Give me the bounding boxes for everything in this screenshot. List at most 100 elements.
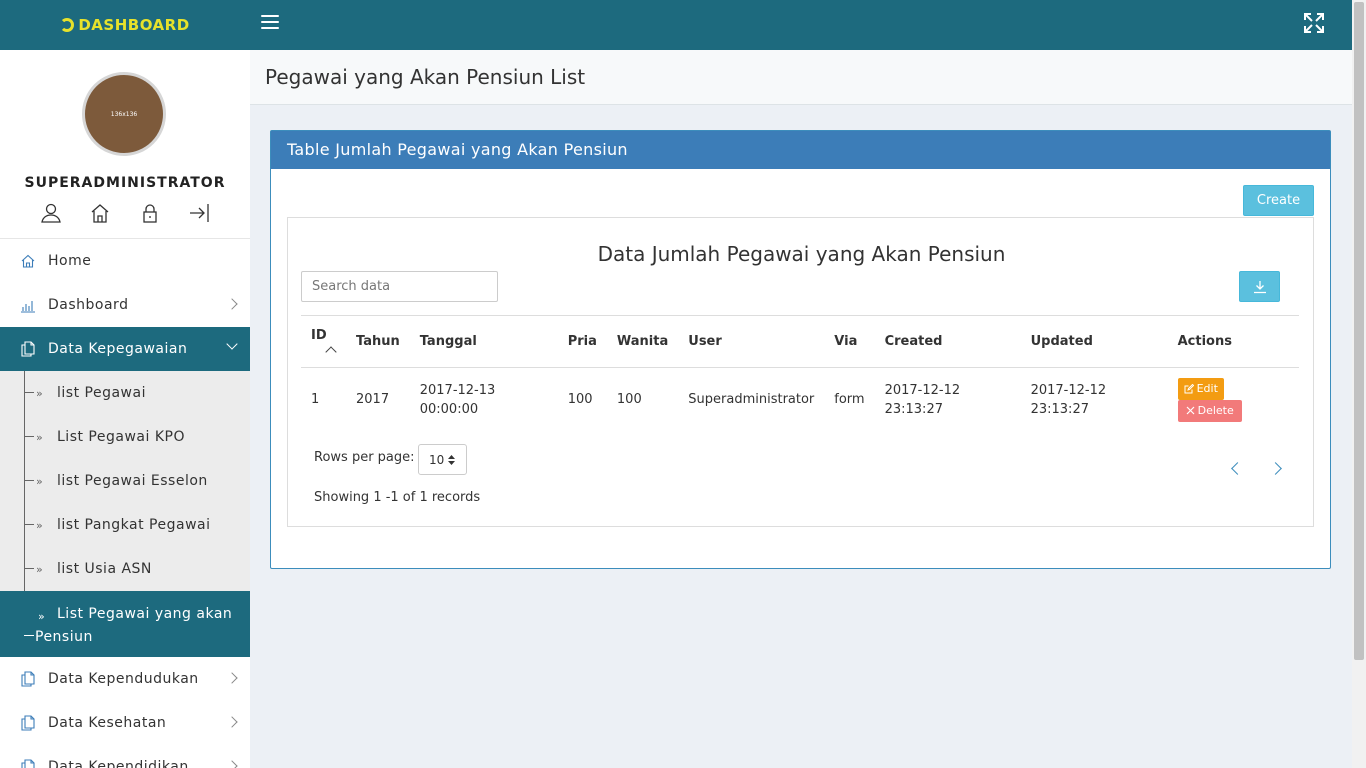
column-header-wanita[interactable]: Wanita (606, 315, 679, 368)
chevron-right-icon (226, 672, 238, 684)
chevron-right-icon (226, 298, 238, 310)
rows-per-page-label: Rows per page: (314, 450, 415, 465)
lock-icon[interactable] (139, 202, 161, 224)
column-header-tanggal[interactable]: Tanggal (409, 315, 558, 368)
menu-toggle-icon[interactable] (261, 15, 279, 31)
table-row: 1 2017 2017-12-13 00:00:00 100 100 Supera… (301, 368, 1299, 432)
tree-branch (24, 480, 34, 481)
sidebar-item-label: Data Kependudukan (48, 671, 199, 687)
sidebar-item-data-kependidikan[interactable]: Data Kependidikan (0, 745, 250, 768)
sidebar-item-label: Data Kependidikan (48, 759, 189, 768)
tree-branch (24, 392, 34, 393)
submenu-data-kepegawaian: » list Pegawai » List Pegawai KPO » list… (0, 371, 250, 657)
copy-icon (21, 759, 35, 768)
brand[interactable]: DASHBOARD (0, 0, 250, 50)
column-header-updated[interactable]: Updated (1020, 315, 1168, 368)
page-title: Pegawai yang Akan Pensiun List (265, 65, 586, 89)
tree-branch (24, 524, 34, 525)
close-icon (1186, 406, 1195, 415)
logout-icon[interactable] (188, 202, 210, 224)
sort-ascending-icon[interactable] (325, 345, 337, 358)
download-icon (1253, 280, 1266, 293)
page-scrollbar[interactable] (1352, 0, 1366, 768)
rows-per-page-value: 10 (429, 452, 445, 467)
sidebar-item-data-kesehatan[interactable]: Data Kesehatan (0, 701, 250, 745)
delete-button[interactable]: Delete (1177, 399, 1242, 422)
column-header-actions: Actions (1167, 315, 1299, 368)
download-button[interactable] (1239, 271, 1280, 302)
double-chevron-icon: » (36, 475, 44, 488)
cell-actions: Edit Delete (1168, 368, 1299, 432)
submenu-item-label: list Usia ASN (57, 561, 152, 577)
home-icon[interactable] (89, 202, 111, 224)
sidebar-item-label: Home (48, 253, 92, 269)
table-header-row: ID Tahun Tanggal Pria Wanita User Via Cr… (301, 315, 1299, 368)
avatar: 136x136 (82, 72, 166, 156)
submenu-item-list-pegawai-kpo[interactable]: » List Pegawai KPO (0, 415, 250, 459)
chevron-right-icon (226, 716, 238, 728)
delete-label: Delete (1197, 404, 1234, 418)
cell-date: 2017-12-13 (419, 382, 496, 398)
data-table: ID Tahun Tanggal Pria Wanita User Via Cr… (301, 315, 1299, 432)
double-chevron-icon: » (36, 387, 44, 400)
rows-per-page-select[interactable]: 10 (418, 444, 467, 475)
cell-wanita: 100 (616, 392, 642, 408)
sidebar-item-home[interactable]: Home (0, 239, 250, 283)
cell-id: 1 (311, 392, 320, 408)
user-panel: 136x136 SUPERADMINISTRATOR (0, 50, 250, 239)
records-info: Showing 1 -1 of 1 records (314, 490, 481, 505)
fullscreen-icon[interactable] (1303, 12, 1325, 34)
user-profile-icon[interactable] (40, 202, 62, 224)
submenu-item-list-usia-asn[interactable]: » list Usia ASN (0, 547, 250, 591)
sidebar-menu-more: Data Kependudukan Data Kesehatan Data Ke… (0, 657, 250, 768)
submenu-item-list-pegawai-esselon[interactable]: » list Pegawai Esselon (0, 459, 250, 503)
sidebar-item-label: Dashboard (48, 297, 129, 313)
cell-time: 00:00:00 (419, 401, 479, 417)
double-chevron-icon: » (38, 610, 46, 623)
double-chevron-icon: » (36, 519, 44, 532)
cell-tanggal: 2017-12-13 00:00:00 (410, 368, 558, 432)
table-title: Data Jumlah Pegawai yang Akan Pensiun (597, 242, 1006, 266)
brand-logo-icon (60, 18, 75, 32)
submenu-item-label: List Pegawai KPO (57, 429, 185, 445)
previous-page-icon[interactable] (1231, 462, 1244, 475)
edit-label: Edit (1196, 382, 1218, 396)
cell-tahun: 2017 (356, 392, 390, 408)
cell-created: 2017-12-12 23:13:27 (875, 368, 1021, 432)
submenu-item-label: list Pangkat Pegawai (57, 517, 211, 533)
column-header-pria[interactable]: Pria (557, 315, 607, 368)
home-icon (21, 254, 35, 268)
top-navbar: DASHBOARD (0, 0, 1352, 50)
submenu-item-list-pangkat-pegawai[interactable]: » list Pangkat Pegawai (0, 503, 250, 547)
sidebar-item-data-kependudukan[interactable]: Data Kependudukan (0, 657, 250, 701)
table-box: Table Jumlah Pegawai yang Akan Pensiun C… (270, 130, 1331, 569)
cell-time: 23:13:27 (884, 401, 943, 417)
sidebar-item-dashboard[interactable]: Dashboard (0, 283, 250, 327)
tree-branch (24, 436, 34, 437)
next-page-icon[interactable] (1269, 462, 1282, 475)
edit-button[interactable]: Edit (1177, 377, 1224, 400)
copy-icon (21, 715, 35, 731)
column-header-user[interactable]: User (678, 315, 825, 368)
cell-user: Superadministrator (688, 392, 815, 408)
column-header-created[interactable]: Created (874, 315, 1021, 368)
column-header-label: ID (311, 327, 327, 343)
edit-icon (1184, 383, 1194, 394)
column-header-via[interactable]: Via (824, 315, 875, 368)
submenu-item-list-pegawai[interactable]: » list Pegawai (0, 371, 250, 415)
sidebar: 136x136 SUPERADMINISTRATOR Home Dashboar… (0, 50, 250, 768)
sidebar-item-data-kepegawaian[interactable]: Data Kepegawaian (0, 327, 250, 371)
submenu-item-label: list Pegawai (57, 385, 146, 401)
create-button[interactable]: Create (1243, 185, 1314, 216)
tree-branch (24, 568, 34, 569)
search-input[interactable] (301, 271, 498, 302)
column-header-tahun[interactable]: Tahun (346, 315, 410, 368)
table-panel: Data Jumlah Pegawai yang Akan Pensiun ID… (287, 217, 1314, 527)
column-header-id[interactable]: ID (301, 315, 346, 368)
chevron-right-icon (226, 760, 238, 768)
scrollbar-thumb[interactable] (1354, 2, 1364, 660)
cell-pria: 100 (567, 392, 593, 408)
submenu-item-list-pegawai-pensiun[interactable]: » List Pegawai yang akan Pensiun (0, 591, 250, 657)
content-header: Pegawai yang Akan Pensiun List (250, 50, 1352, 105)
chevron-down-icon (226, 338, 238, 350)
